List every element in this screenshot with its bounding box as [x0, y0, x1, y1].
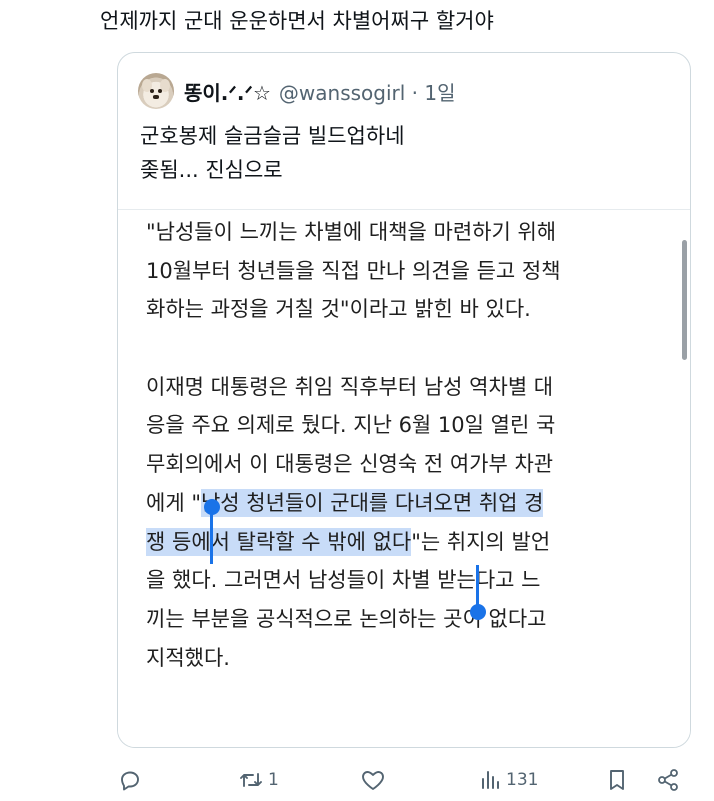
- retweet-count: 1: [268, 770, 279, 790]
- article-line: 을 했다. 그러면서 남성들이 차별 받는다고 느: [146, 568, 541, 593]
- article-line: 지적했다.: [146, 645, 230, 670]
- article-line9-suffix: "는 취지의 발언: [411, 529, 551, 554]
- selection-end-handle[interactable]: [470, 604, 486, 620]
- article-line: 무회의에서 이 대통령은 신영숙 전 여가부 차관: [146, 452, 554, 477]
- views-icon: [482, 771, 499, 789]
- share-icon: [658, 769, 678, 791]
- tweet-text: 언제까지 군대 운운하면서 차별어쩌구 할거야: [100, 9, 494, 33]
- action-bar: 1 131: [0, 760, 714, 800]
- article-line: 응을 주요 의제로 뒀다. 지난 6월 10일 열린 국: [146, 413, 556, 438]
- article-line: 이재명 대통령은 취임 직후부터 남성 역차별 대: [146, 374, 554, 399]
- selection-end-bar: [476, 565, 479, 607]
- scrollbar[interactable]: [682, 240, 687, 360]
- reply-button[interactable]: [118, 760, 146, 800]
- avatar[interactable]: [138, 73, 174, 109]
- article-text: "남성들이 느끼는 차별에 대책을 마련하기 위해 10월부터 청년들을 직접 …: [146, 213, 561, 677]
- selected-text[interactable]: 쟁 등에서 탈락할 수 밖에 없다: [146, 527, 412, 556]
- quote-body-line: 좆됨... 진심으로: [140, 158, 283, 182]
- article-line: 10월부터 청년들을 직접 만나 의견을 듣고 정책: [146, 258, 561, 283]
- article-line: 화하는 과정을 거칠 것"이라고 밝힌 바 있다.: [146, 297, 531, 322]
- like-button[interactable]: [360, 760, 390, 800]
- bookmark-icon: [610, 770, 624, 790]
- views-button[interactable]: 131: [478, 760, 538, 800]
- quote-display-name[interactable]: 똥이.ᐟ.ᐟ☆: [184, 77, 271, 106]
- retweet-button[interactable]: 1: [238, 760, 279, 800]
- quote-body: 군호봉제 슬금슬금 빌드업하네 좆됨... 진심으로: [140, 119, 405, 187]
- bookmark-button[interactable]: [606, 760, 628, 800]
- article-blank-line: [146, 329, 561, 368]
- share-button[interactable]: [656, 760, 680, 800]
- selected-text[interactable]: 남성 청년들이 군대를 다녀오면 취업 경: [200, 488, 544, 517]
- quote-handle-time[interactable]: @wanssogirl · 1일: [279, 77, 456, 106]
- article-line: "남성들이 느끼는 차별에 대책을 마련하기 위해: [146, 220, 557, 244]
- quote-body-line: 군호봉제 슬금슬금 빌드업하네: [140, 124, 405, 148]
- like-icon: [362, 771, 384, 790]
- reply-icon: [121, 771, 139, 791]
- selection-start-bar: [210, 512, 213, 564]
- retweet-icon: [240, 773, 262, 787]
- article-line-selected-end: 쟁 등에서 탈락할 수 밖에 없다"는 취지의 발언: [146, 523, 561, 562]
- views-count: 131: [506, 770, 539, 790]
- quote-header: 똥이.ᐟ.ᐟ☆ @wanssogirl · 1일: [138, 71, 456, 111]
- article-line8-prefix: 에게 ": [146, 490, 201, 515]
- article-line: 끼는 부분을 공식적으로 논의하는 곳이 없다고: [146, 606, 547, 631]
